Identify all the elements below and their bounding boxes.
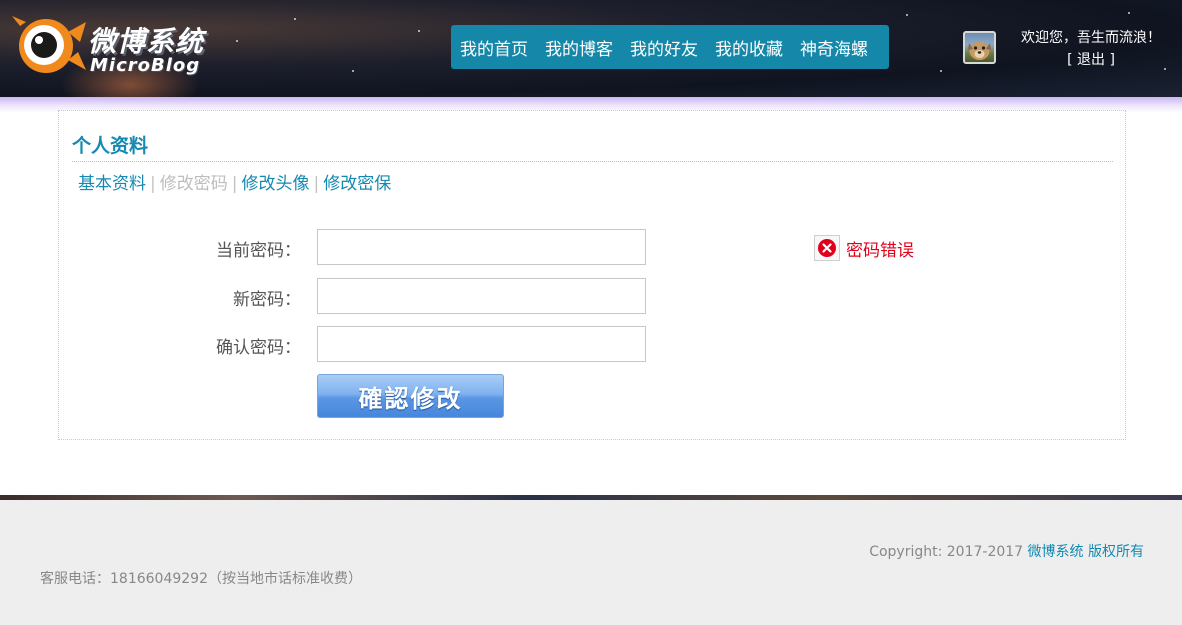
- subnav-basic-info[interactable]: 基本资料: [78, 174, 146, 194]
- new-password-input[interactable]: [317, 278, 646, 314]
- profile-panel: 个人资料 基本资料 | 修改密码 | 修改头像 | 修改密保: [58, 110, 1126, 440]
- header-bar: 微博系统 MicroBlog 我的首页 我的博客 我的好友 我的收藏 神奇海螺 …: [0, 0, 1182, 97]
- welcome-text: 欢迎您，吾生而流浪！: [1021, 30, 1161, 46]
- profile-subnav: 基本资料 | 修改密码 | 修改头像 | 修改密保: [78, 169, 391, 194]
- confirm-change-button[interactable]: 確認修改: [317, 374, 504, 418]
- header-star: [906, 14, 908, 16]
- current-password-label: 当前密码：: [216, 241, 301, 261]
- logo-subtitle: MicroBlog: [90, 55, 201, 76]
- avatar[interactable]: [963, 31, 996, 64]
- subnav-change-security[interactable]: 修改密保: [323, 174, 391, 194]
- nav-item-magic-conch[interactable]: 神奇海螺: [800, 35, 868, 60]
- subnav-change-password[interactable]: 修改密码: [160, 174, 228, 194]
- main-nav: 我的首页 我的博客 我的好友 我的收藏 神奇海螺: [451, 25, 889, 69]
- dog-avatar-icon: [968, 42, 991, 60]
- nav-item-blog[interactable]: 我的博客: [545, 35, 613, 60]
- subnav-separator: |: [313, 174, 320, 194]
- welcome-area: 欢迎您，吾生而流浪！ [ 退出 ]: [1005, 27, 1177, 71]
- nav-item-favorites[interactable]: 我的收藏: [715, 35, 783, 60]
- logout-link[interactable]: [ 退出 ]: [1005, 49, 1177, 71]
- subnav-change-avatar[interactable]: 修改头像: [241, 174, 309, 194]
- nav-item-friends[interactable]: 我的好友: [630, 35, 698, 60]
- logo-title: 微博系统: [88, 25, 205, 58]
- header-star: [294, 18, 296, 20]
- service-phone: 客服电话：18166049292（按当地市话标准收费）: [40, 571, 362, 587]
- panel-title: 个人资料: [72, 135, 149, 157]
- divider: [72, 161, 1113, 162]
- new-password-label: 新密码：: [233, 290, 301, 310]
- logo[interactable]: 微博系统 MicroBlog: [10, 12, 210, 78]
- error-x-icon: [814, 235, 840, 261]
- current-password-input[interactable]: [317, 229, 646, 265]
- copyright-brand-link[interactable]: 微博系统 版权所有: [1028, 544, 1144, 560]
- footer: Copyright: 2017-2017 微博系统 版权所有 客服电话：1816…: [0, 500, 1182, 625]
- error-text: 密码错误: [846, 240, 914, 261]
- header-star: [236, 40, 238, 42]
- confirm-password-label: 确认密码：: [216, 338, 301, 358]
- subnav-separator: |: [150, 174, 156, 194]
- header-star: [1128, 12, 1130, 14]
- error-message: 密码错误: [814, 234, 914, 262]
- subnav-separator: |: [231, 174, 238, 194]
- header-star: [352, 70, 354, 72]
- confirm-password-input[interactable]: [317, 326, 646, 362]
- header-star: [940, 70, 942, 72]
- eye-mascot-icon: [12, 16, 86, 73]
- copyright: Copyright: 2017-2017 微博系统 版权所有: [869, 541, 1144, 561]
- header-star: [418, 30, 420, 32]
- nav-item-home[interactable]: 我的首页: [460, 35, 528, 60]
- copyright-prefix: Copyright: 2017-2017: [869, 544, 1028, 560]
